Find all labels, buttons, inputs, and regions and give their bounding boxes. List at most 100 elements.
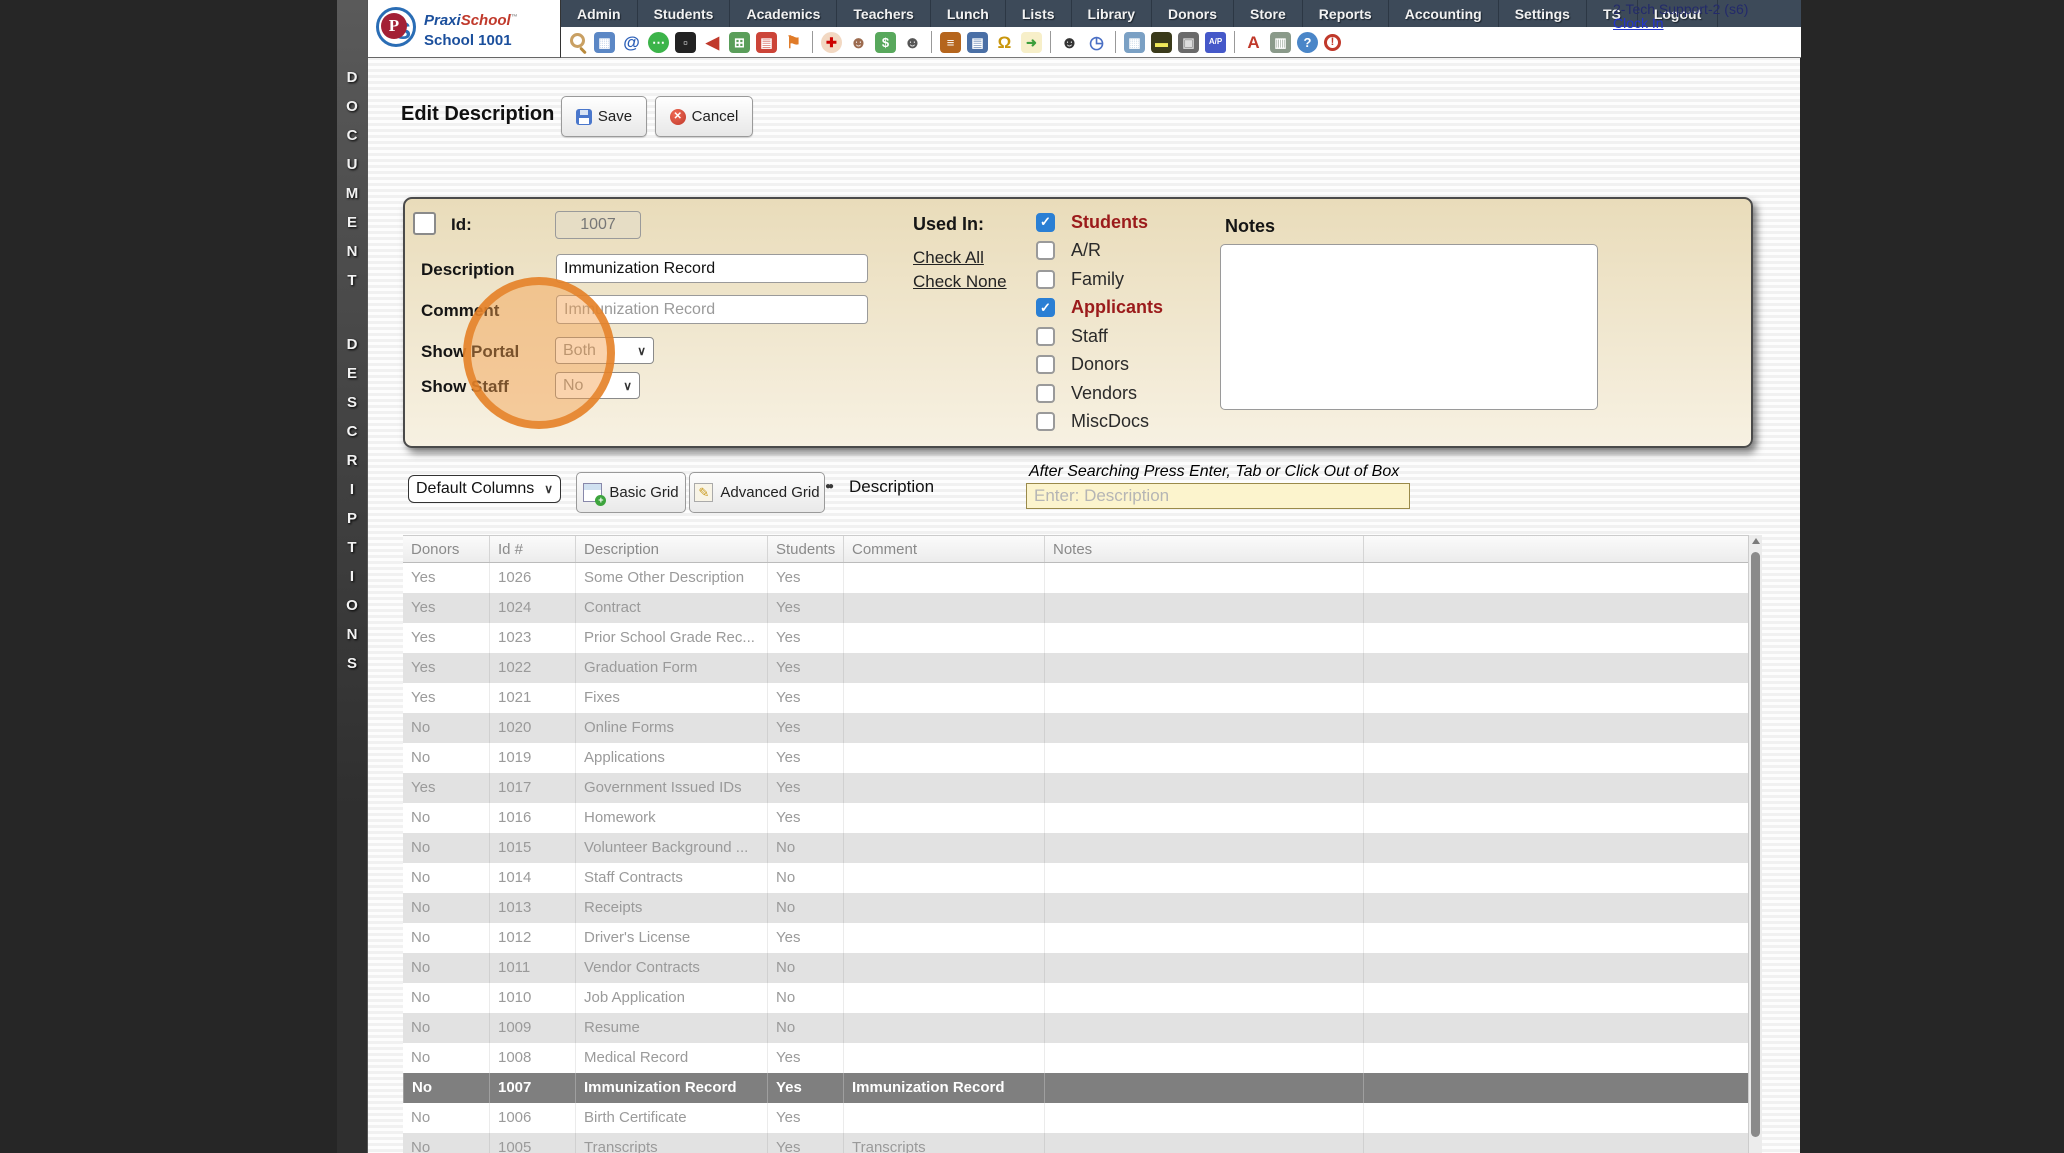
table-row-1026[interactable]: Yes1026Some Other DescriptionYes	[403, 563, 1748, 593]
column-header-filler[interactable]	[1363, 536, 1748, 562]
description-field[interactable]	[556, 254, 868, 283]
column-header-id[interactable]: Id #	[489, 536, 575, 562]
table-row-1021[interactable]: Yes1021FixesYes	[403, 683, 1748, 713]
used-in-checkbox-staff[interactable]	[1036, 327, 1055, 346]
date-icon[interactable]: ▤	[756, 32, 777, 53]
used-in-checkbox-applicants[interactable]: ✓	[1036, 298, 1055, 317]
used-in-checkbox-a-r[interactable]	[1036, 241, 1055, 260]
money-icon[interactable]: $	[875, 32, 896, 53]
nurse-icon[interactable]: ✚	[821, 32, 842, 53]
used-in-checkbox-miscdocs[interactable]	[1036, 412, 1055, 431]
check-card-icon[interactable]: ▬	[1151, 32, 1172, 53]
phone-icon[interactable]: ▫	[675, 32, 696, 53]
used-in-checkbox-vendors[interactable]	[1036, 384, 1055, 403]
nav-item-store[interactable]: Store	[1234, 0, 1303, 27]
nav-item-lists[interactable]: Lists	[1006, 0, 1072, 27]
nav-item-students[interactable]: Students	[638, 0, 731, 27]
used-in-checkbox-donors[interactable]	[1036, 355, 1055, 374]
column-header-notes[interactable]: Notes	[1044, 536, 1363, 562]
table-scrollbar[interactable]	[1748, 535, 1762, 1153]
register-icon[interactable]: ▥	[1270, 32, 1291, 53]
email-icon[interactable]: @	[621, 32, 642, 53]
nav-item-settings[interactable]: Settings	[1499, 0, 1587, 27]
library-icon[interactable]: ▤	[967, 32, 988, 53]
basic-grid-button[interactable]: Basic Grid	[576, 472, 686, 513]
check-none-link[interactable]: Check None	[913, 272, 1007, 292]
column-header-donors[interactable]: Donors	[403, 536, 489, 562]
calculator-icon[interactable]: ⊞	[729, 32, 750, 53]
nav-item-library[interactable]: Library	[1072, 0, 1152, 27]
table-row-1024[interactable]: Yes1024ContractYes	[403, 593, 1748, 623]
used-in-checkbox-family[interactable]	[1036, 270, 1055, 289]
nav-item-teachers[interactable]: Teachers	[837, 0, 930, 27]
column-header-comment[interactable]: Comment	[843, 536, 1044, 562]
nav-item-accounting[interactable]: Accounting	[1389, 0, 1499, 27]
table-row-1011[interactable]: No1011Vendor ContractsNo	[403, 953, 1748, 983]
cell-donors: No	[403, 833, 489, 863]
megaphone-icon[interactable]: ⚑	[783, 32, 804, 53]
nav-item-admin[interactable]: Admin	[561, 0, 638, 27]
table-row-1020[interactable]: No1020Online FormsYes	[403, 713, 1748, 743]
column-header-description[interactable]: Description	[575, 536, 767, 562]
id-field[interactable]	[555, 211, 641, 239]
notes-textarea[interactable]	[1220, 244, 1598, 410]
ledger-icon[interactable]: ▦	[1124, 32, 1145, 53]
cancel-button[interactable]: ✕ Cancel	[655, 96, 753, 137]
cell-id: 1015	[489, 833, 575, 863]
nav-item-reports[interactable]: Reports	[1303, 0, 1389, 27]
table-row-1017[interactable]: Yes1017Government Issued IDsYes	[403, 773, 1748, 803]
ap-icon[interactable]: A/P	[1205, 32, 1226, 53]
nav-item-donors[interactable]: Donors	[1152, 0, 1234, 27]
table-row-1023[interactable]: Yes1023Prior School Grade Rec...Yes	[403, 623, 1748, 653]
scroll-up-arrow-icon[interactable]	[1752, 538, 1760, 544]
column-header-students[interactable]: Students	[767, 536, 843, 562]
used-in-checkbox-students[interactable]: ✓	[1036, 213, 1055, 232]
cell-filler	[1363, 1043, 1748, 1073]
nav-item-academics[interactable]: Academics	[730, 0, 837, 27]
nav-item-lunch[interactable]: Lunch	[931, 0, 1006, 27]
table-row-1008[interactable]: No1008Medical RecordYes	[403, 1043, 1748, 1073]
check-all-link[interactable]: Check All	[913, 248, 984, 268]
table-row-1016[interactable]: No1016HomeworkYes	[403, 803, 1748, 833]
table-row-1010[interactable]: No1010Job ApplicationNo	[403, 983, 1748, 1013]
pdf-icon[interactable]: A	[1243, 32, 1264, 53]
cell-description: Resume	[575, 1013, 767, 1043]
table-row-1005[interactable]: No1005TranscriptsYesTranscripts	[403, 1133, 1748, 1153]
calendar-icon[interactable]: ▦	[594, 32, 615, 53]
cell-donors: No	[403, 923, 489, 953]
save-button[interactable]: Save	[561, 96, 647, 137]
staff-person-icon[interactable]: ☻	[1059, 32, 1080, 53]
columns-select[interactable]: Default Columns ∨	[408, 475, 561, 503]
table-row-1019[interactable]: No1019ApplicationsYes	[403, 743, 1748, 773]
family-icon[interactable]: ☻	[902, 32, 923, 53]
forward-note-icon[interactable]: ➜	[1021, 32, 1042, 53]
cell-donors: No	[403, 1103, 489, 1133]
description-search-input[interactable]	[1026, 483, 1410, 509]
lunch-icon[interactable]: ≡	[940, 32, 961, 53]
clock-in-link[interactable]: Clock In	[1613, 16, 1748, 30]
advanced-grid-button[interactable]: ✎ Advanced Grid	[689, 472, 825, 513]
print-check-icon[interactable]: ▣	[1178, 32, 1199, 53]
table-row-1022[interactable]: Yes1022Graduation FormYes	[403, 653, 1748, 683]
help-icon[interactable]: ?	[1297, 32, 1318, 53]
speaker-icon[interactable]: ◀	[702, 32, 723, 53]
table-row-1013[interactable]: No1013ReceiptsNo	[403, 893, 1748, 923]
scrollbar-thumb[interactable]	[1751, 552, 1760, 1137]
bell-icon[interactable]: Ω	[994, 32, 1015, 53]
alert-icon[interactable]: !	[1324, 34, 1341, 51]
teacher-icon[interactable]: ☻	[848, 32, 869, 53]
alarm-clock-icon[interactable]: ◷	[1086, 32, 1107, 53]
table-row-1014[interactable]: No1014Staff ContractsNo	[403, 863, 1748, 893]
comment-field[interactable]	[556, 295, 868, 324]
table-row-1007[interactable]: No1007Immunization RecordYesImmunization…	[403, 1073, 1748, 1103]
table-row-1009[interactable]: No1009ResumeNo	[403, 1013, 1748, 1043]
cell-comment	[843, 773, 1044, 803]
show-staff-select[interactable]: No ∨	[555, 372, 640, 399]
id-checkbox[interactable]	[413, 212, 436, 235]
search-icon[interactable]	[567, 32, 588, 53]
table-row-1012[interactable]: No1012Driver's LicenseYes	[403, 923, 1748, 953]
chat-icon[interactable]: ⋯	[648, 32, 669, 53]
table-row-1006[interactable]: No1006Birth CertificateYes	[403, 1103, 1748, 1133]
show-portal-select[interactable]: Both ∨	[555, 337, 654, 364]
table-row-1015[interactable]: No1015Volunteer Background ...No	[403, 833, 1748, 863]
